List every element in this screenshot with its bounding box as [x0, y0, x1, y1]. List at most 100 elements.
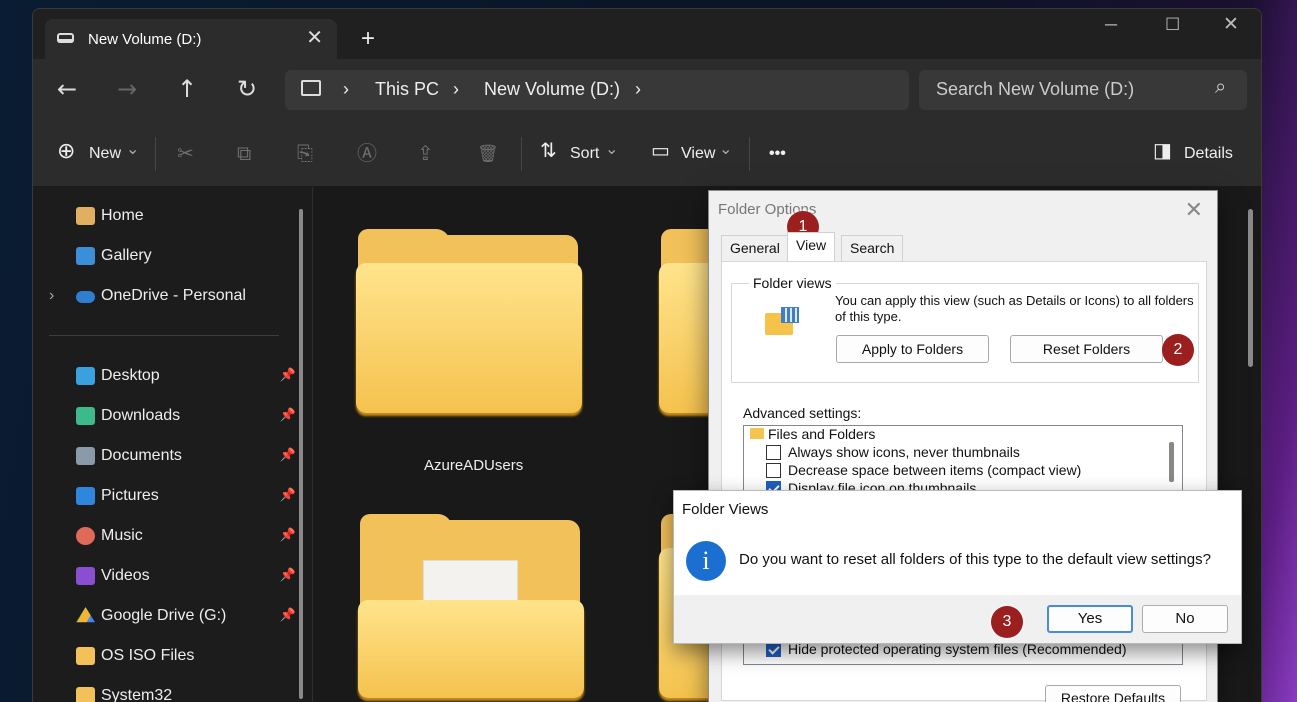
minimize-button[interactable]: ─	[1105, 15, 1117, 35]
folder-item[interactable]	[358, 514, 584, 700]
tab-title: New Volume (D:)	[88, 31, 202, 48]
pin-icon[interactable]: 📌	[280, 527, 296, 543]
tab-search[interactable]: Search	[841, 235, 904, 261]
computer-icon	[301, 80, 321, 96]
home-icon	[76, 207, 95, 225]
sidebar-item-videos[interactable]: Videos 📌	[76, 565, 296, 589]
pin-icon[interactable]: 📌	[280, 607, 296, 623]
folder-label: AzureADUsers	[424, 457, 524, 474]
advanced-settings-label: Advanced settings:	[743, 405, 862, 421]
copy-icon[interactable]: ⧉	[237, 143, 251, 165]
tab-close-icon[interactable]: ✕	[306, 27, 323, 49]
chevron-down-icon: ⌄	[126, 141, 140, 158]
folder-front	[356, 263, 582, 413]
tab-general[interactable]: General	[721, 235, 789, 261]
sidebar-item-music[interactable]: Music 📌	[76, 525, 296, 549]
up-icon[interactable]: ↑	[177, 77, 197, 101]
reset-folders-button[interactable]: Reset Folders	[1010, 335, 1163, 363]
breadcrumb-separator: ›	[453, 79, 459, 99]
sidebar-item-desktop[interactable]: Desktop 📌	[76, 365, 296, 389]
checkbox-compact-view[interactable]	[766, 463, 781, 478]
dialog-header: Folder Views	[674, 491, 1241, 529]
onedrive-icon	[76, 291, 95, 303]
tab-view[interactable]: View	[787, 232, 836, 261]
new-tab-button[interactable]: +	[361, 25, 375, 53]
sidebar-item-label: System32	[101, 687, 173, 702]
maximize-button[interactable]: ☐	[1165, 15, 1180, 35]
sidebar-item-os-iso-files[interactable]: OS ISO Files	[76, 645, 296, 669]
breadcrumb-this-pc[interactable]: This PC	[375, 79, 439, 100]
downloads-icon	[76, 407, 95, 425]
close-icon[interactable]: ✕	[1185, 197, 1203, 223]
sidebar-item-onedrive[interactable]: OneDrive - Personal	[76, 285, 296, 309]
checkbox-hide-protected-files[interactable]	[766, 642, 781, 657]
close-button[interactable]: ✕	[1223, 15, 1239, 35]
sidebar-item-label: OS ISO Files	[101, 647, 195, 664]
pin-icon[interactable]: 📌	[280, 407, 296, 423]
setting-label: Always show icons, never thumbnails	[788, 444, 1020, 460]
grid-shape	[781, 307, 799, 323]
divider	[749, 137, 750, 171]
delete-icon[interactable]: 🗑	[477, 143, 499, 165]
pin-icon[interactable]: 📌	[280, 487, 296, 503]
desktop-icon	[76, 367, 95, 385]
sidebar-item-system32[interactable]: System32	[76, 685, 296, 702]
step-marker-2: 2	[1162, 334, 1194, 366]
refresh-icon[interactable]: ↻	[237, 77, 257, 101]
cut-icon[interactable]: ✂	[177, 143, 194, 165]
new-button[interactable]: New	[89, 143, 121, 165]
breadcrumb-chevron-icon[interactable]: ›	[635, 79, 641, 100]
sidebar-item-pictures[interactable]: Pictures 📌	[76, 485, 296, 509]
folder-views-label: Folder views	[749, 275, 836, 291]
divider	[49, 335, 279, 336]
details-button[interactable]: Details	[1184, 143, 1233, 165]
view-button[interactable]: View	[681, 143, 715, 165]
paste-icon[interactable]: ⎘	[297, 143, 313, 165]
restore-defaults-button[interactable]: Restore Defaults	[1045, 685, 1181, 702]
tab-new-volume[interactable]: New Volume (D:) ✕	[45, 19, 337, 59]
plus-circle-icon: ⊕	[57, 138, 76, 163]
sidebar-item-documents[interactable]: Documents 📌	[76, 445, 296, 469]
checkbox-always-show-icons[interactable]	[766, 445, 781, 460]
sidebar-item-home[interactable]: Home	[76, 205, 296, 229]
step-marker-3: 3	[991, 606, 1023, 638]
forward-icon[interactable]: →	[117, 77, 137, 101]
search-input[interactable]: Search New Volume (D:) ⌕	[919, 70, 1247, 110]
expand-chevron-icon[interactable]: ›	[49, 287, 54, 305]
sidebar-item-downloads[interactable]: Downloads 📌	[76, 405, 296, 429]
sidebar-item-label: Downloads	[101, 407, 181, 424]
divider	[155, 137, 156, 171]
folder-azureadusers[interactable]	[356, 229, 582, 415]
share-icon[interactable]: ⇪	[417, 143, 434, 165]
rename-icon[interactable]: Ⓐ	[357, 143, 377, 165]
sidebar-item-label: Videos	[101, 567, 150, 584]
sidebar-item-google-drive[interactable]: Google Drive (G:) 📌	[76, 605, 296, 629]
folder-views-description: You can apply this view (such as Details…	[835, 293, 1194, 324]
settings-scrollbar[interactable]	[1169, 442, 1174, 482]
folder-icon	[76, 647, 95, 665]
pin-icon[interactable]: 📌	[280, 567, 296, 583]
pin-icon[interactable]: 📌	[280, 447, 296, 463]
music-icon	[76, 527, 95, 545]
breadcrumb-separator: ›	[343, 79, 349, 99]
tree-root-label: Files and Folders	[768, 426, 876, 442]
address-row: ← → ↑ ↻ › This PC › New Volume (D:) › Se…	[33, 59, 1261, 121]
folder-view-icon	[765, 307, 803, 337]
content-scrollbar[interactable]	[1248, 209, 1253, 367]
address-bar[interactable]: › This PC › New Volume (D:) ›	[285, 70, 909, 110]
more-options-button[interactable]: •••	[769, 143, 786, 165]
sidebar-scrollbar[interactable]	[299, 209, 303, 699]
dialog-title: Folder Views	[682, 501, 769, 518]
sidebar-item-label: Documents	[101, 447, 182, 464]
breadcrumb-new-volume[interactable]: New Volume (D:)	[484, 79, 620, 100]
sidebar-item-gallery[interactable]: Gallery	[76, 245, 296, 269]
yes-button[interactable]: Yes	[1047, 605, 1133, 633]
no-button[interactable]: No	[1142, 605, 1228, 633]
sort-button[interactable]: Sort	[570, 143, 599, 165]
back-icon[interactable]: ←	[57, 77, 77, 101]
folder-front	[358, 600, 584, 698]
pin-icon[interactable]: 📌	[280, 367, 296, 383]
info-icon: i	[686, 541, 726, 581]
apply-to-folders-button[interactable]: Apply to Folders	[836, 335, 989, 363]
setting-label: Decrease space between items (compact vi…	[788, 462, 1082, 478]
